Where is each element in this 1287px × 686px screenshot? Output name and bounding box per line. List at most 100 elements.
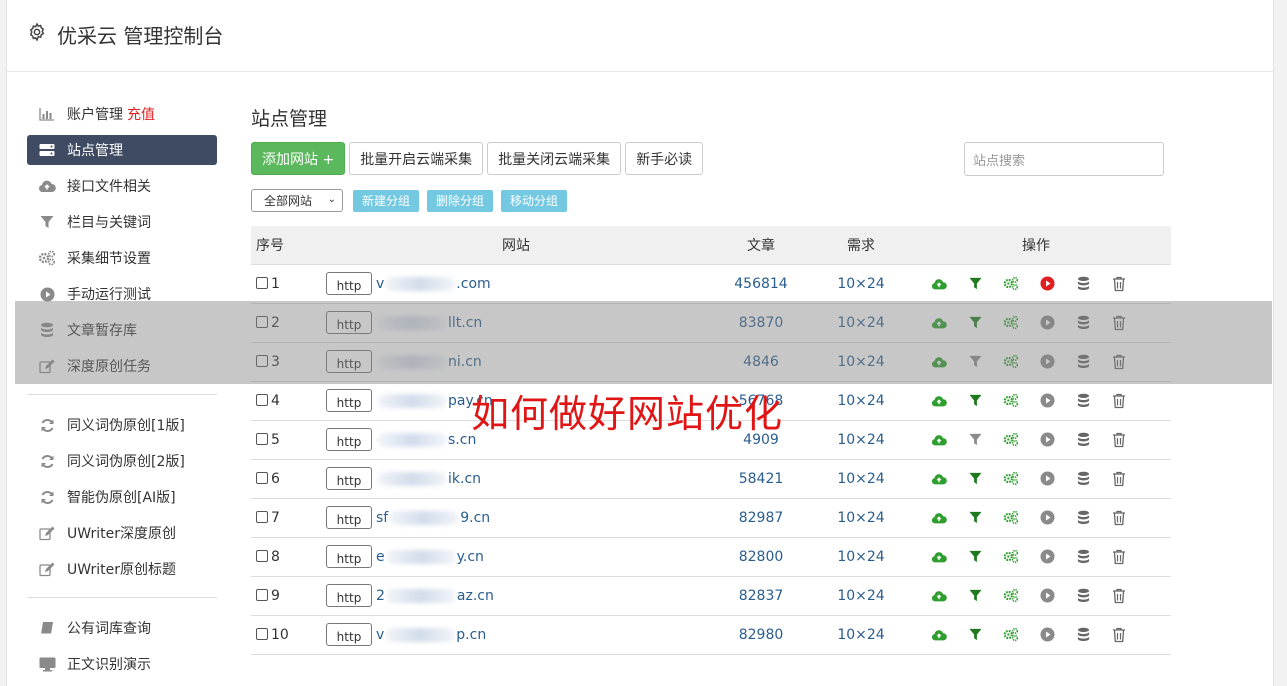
trash-icon[interactable] bbox=[1111, 315, 1127, 331]
gears-icon[interactable] bbox=[1003, 276, 1019, 292]
play-circle-icon[interactable] bbox=[1039, 354, 1055, 370]
filter-icon[interactable] bbox=[967, 510, 983, 526]
site-domain-link[interactable]: llt.cn bbox=[376, 315, 482, 331]
row-checkbox[interactable] bbox=[256, 432, 268, 445]
site-domain-link[interactable]: s.cn bbox=[376, 432, 476, 448]
sidebar-item[interactable]: 文章暂存库 bbox=[27, 312, 217, 348]
trash-icon[interactable] bbox=[1111, 393, 1127, 409]
sidebar-item[interactable]: 同义词伪原创[1版] bbox=[27, 407, 217, 443]
gears-icon[interactable] bbox=[1003, 471, 1019, 487]
move-group-button[interactable]: 移动分组 bbox=[501, 189, 568, 212]
article-count-link[interactable]: 4846 bbox=[701, 342, 821, 382]
filter-icon[interactable] bbox=[967, 471, 983, 487]
site-domain-link[interactable]: ni.cn bbox=[376, 354, 482, 370]
group-select[interactable]: 全部网站 ⌄ bbox=[251, 189, 343, 212]
play-circle-icon[interactable] bbox=[1039, 471, 1055, 487]
gears-icon[interactable] bbox=[1003, 510, 1019, 526]
filter-icon[interactable] bbox=[967, 315, 983, 331]
sidebar-item[interactable]: 站点管理 bbox=[27, 135, 217, 165]
cloud-upload-icon[interactable] bbox=[931, 432, 947, 448]
sidebar-item[interactable]: 接口文件相关 bbox=[27, 168, 217, 204]
row-checkbox[interactable] bbox=[256, 354, 268, 367]
article-count-link[interactable]: 82987 bbox=[701, 498, 821, 538]
sidebar-item[interactable]: 同义词伪原创[2版] bbox=[27, 443, 217, 479]
batch-open-button[interactable]: 批量开启云端采集 bbox=[349, 142, 484, 175]
gears-icon[interactable] bbox=[1003, 549, 1019, 565]
trash-icon[interactable] bbox=[1111, 588, 1127, 604]
database-icon[interactable] bbox=[1075, 627, 1091, 643]
filter-icon[interactable] bbox=[967, 354, 983, 370]
cloud-upload-icon[interactable] bbox=[931, 393, 947, 409]
article-count-link[interactable]: 82800 bbox=[701, 537, 821, 577]
site-domain-link[interactable]: e y.cn bbox=[376, 549, 484, 565]
gears-icon[interactable] bbox=[1003, 588, 1019, 604]
site-domain-link[interactable]: ik.cn bbox=[376, 471, 481, 487]
protocol-badge[interactable]: http bbox=[326, 389, 372, 412]
play-circle-icon[interactable] bbox=[1039, 588, 1055, 604]
cloud-upload-icon[interactable] bbox=[931, 354, 947, 370]
protocol-badge[interactable]: http bbox=[326, 623, 372, 646]
demand-link[interactable]: 10×24 bbox=[821, 576, 901, 616]
row-checkbox[interactable] bbox=[256, 315, 268, 328]
play-circle-icon[interactable] bbox=[1039, 315, 1055, 331]
sidebar-item[interactable]: UWriter深度原创 bbox=[27, 515, 217, 551]
trash-icon[interactable] bbox=[1111, 432, 1127, 448]
database-icon[interactable] bbox=[1075, 588, 1091, 604]
site-domain-link[interactable]: 2 az.cn bbox=[376, 588, 494, 604]
database-icon[interactable] bbox=[1075, 393, 1091, 409]
filter-icon[interactable] bbox=[967, 432, 983, 448]
cloud-upload-icon[interactable] bbox=[931, 627, 947, 643]
sidebar-item[interactable]: 公有词库查询 bbox=[27, 610, 217, 646]
site-domain-link[interactable]: v .com bbox=[376, 276, 491, 292]
article-count-link[interactable]: 82837 bbox=[701, 576, 821, 616]
play-circle-icon[interactable] bbox=[1039, 549, 1055, 565]
article-count-link[interactable]: 83870 bbox=[701, 303, 821, 343]
row-checkbox[interactable] bbox=[256, 588, 268, 601]
cloud-upload-icon[interactable] bbox=[931, 315, 947, 331]
filter-icon[interactable] bbox=[967, 588, 983, 604]
play-circle-icon[interactable] bbox=[1039, 276, 1055, 292]
recharge-link[interactable]: 充值 bbox=[127, 104, 155, 124]
sidebar-item[interactable]: UWriter原创标题 bbox=[27, 551, 217, 587]
demand-link[interactable]: 10×24 bbox=[821, 303, 901, 343]
database-icon[interactable] bbox=[1075, 315, 1091, 331]
trash-icon[interactable] bbox=[1111, 471, 1127, 487]
demand-link[interactable]: 10×24 bbox=[821, 537, 901, 577]
database-icon[interactable] bbox=[1075, 549, 1091, 565]
cloud-upload-icon[interactable] bbox=[931, 588, 947, 604]
row-checkbox[interactable] bbox=[256, 510, 268, 523]
trash-icon[interactable] bbox=[1111, 549, 1127, 565]
filter-icon[interactable] bbox=[967, 549, 983, 565]
site-domain-link[interactable]: v p.cn bbox=[376, 627, 486, 643]
database-icon[interactable] bbox=[1075, 354, 1091, 370]
gear-icon[interactable] bbox=[27, 22, 47, 42]
protocol-badge[interactable]: http bbox=[326, 467, 372, 490]
gears-icon[interactable] bbox=[1003, 315, 1019, 331]
play-circle-icon[interactable] bbox=[1039, 627, 1055, 643]
trash-icon[interactable] bbox=[1111, 276, 1127, 292]
cloud-upload-icon[interactable] bbox=[931, 471, 947, 487]
protocol-badge[interactable]: http bbox=[326, 506, 372, 529]
demand-link[interactable]: 10×24 bbox=[821, 498, 901, 538]
sidebar-item[interactable]: 账户管理 充值 bbox=[27, 96, 217, 132]
filter-icon[interactable] bbox=[967, 276, 983, 292]
database-icon[interactable] bbox=[1075, 276, 1091, 292]
trash-icon[interactable] bbox=[1111, 354, 1127, 370]
article-count-link[interactable]: 58421 bbox=[701, 459, 821, 499]
batch-close-button[interactable]: 批量关闭云端采集 bbox=[487, 142, 622, 175]
sidebar-item[interactable]: 栏目与关键词 bbox=[27, 204, 217, 240]
add-site-button[interactable]: 添加网站 + bbox=[251, 142, 346, 175]
protocol-badge[interactable]: http bbox=[326, 350, 372, 373]
sidebar-item[interactable]: 手动运行测试 bbox=[27, 276, 217, 312]
article-count-link[interactable]: 82980 bbox=[701, 615, 821, 655]
new-group-button[interactable]: 新建分组 bbox=[353, 189, 420, 212]
demand-link[interactable]: 10×24 bbox=[821, 342, 901, 382]
trash-icon[interactable] bbox=[1111, 510, 1127, 526]
row-checkbox[interactable] bbox=[256, 393, 268, 406]
delete-group-button[interactable]: 删除分组 bbox=[427, 189, 494, 212]
site-search-input[interactable]: 站点搜索 bbox=[964, 142, 1164, 176]
row-checkbox[interactable] bbox=[256, 627, 268, 640]
filter-icon[interactable] bbox=[967, 393, 983, 409]
play-circle-icon[interactable] bbox=[1039, 510, 1055, 526]
row-checkbox[interactable] bbox=[256, 471, 268, 484]
